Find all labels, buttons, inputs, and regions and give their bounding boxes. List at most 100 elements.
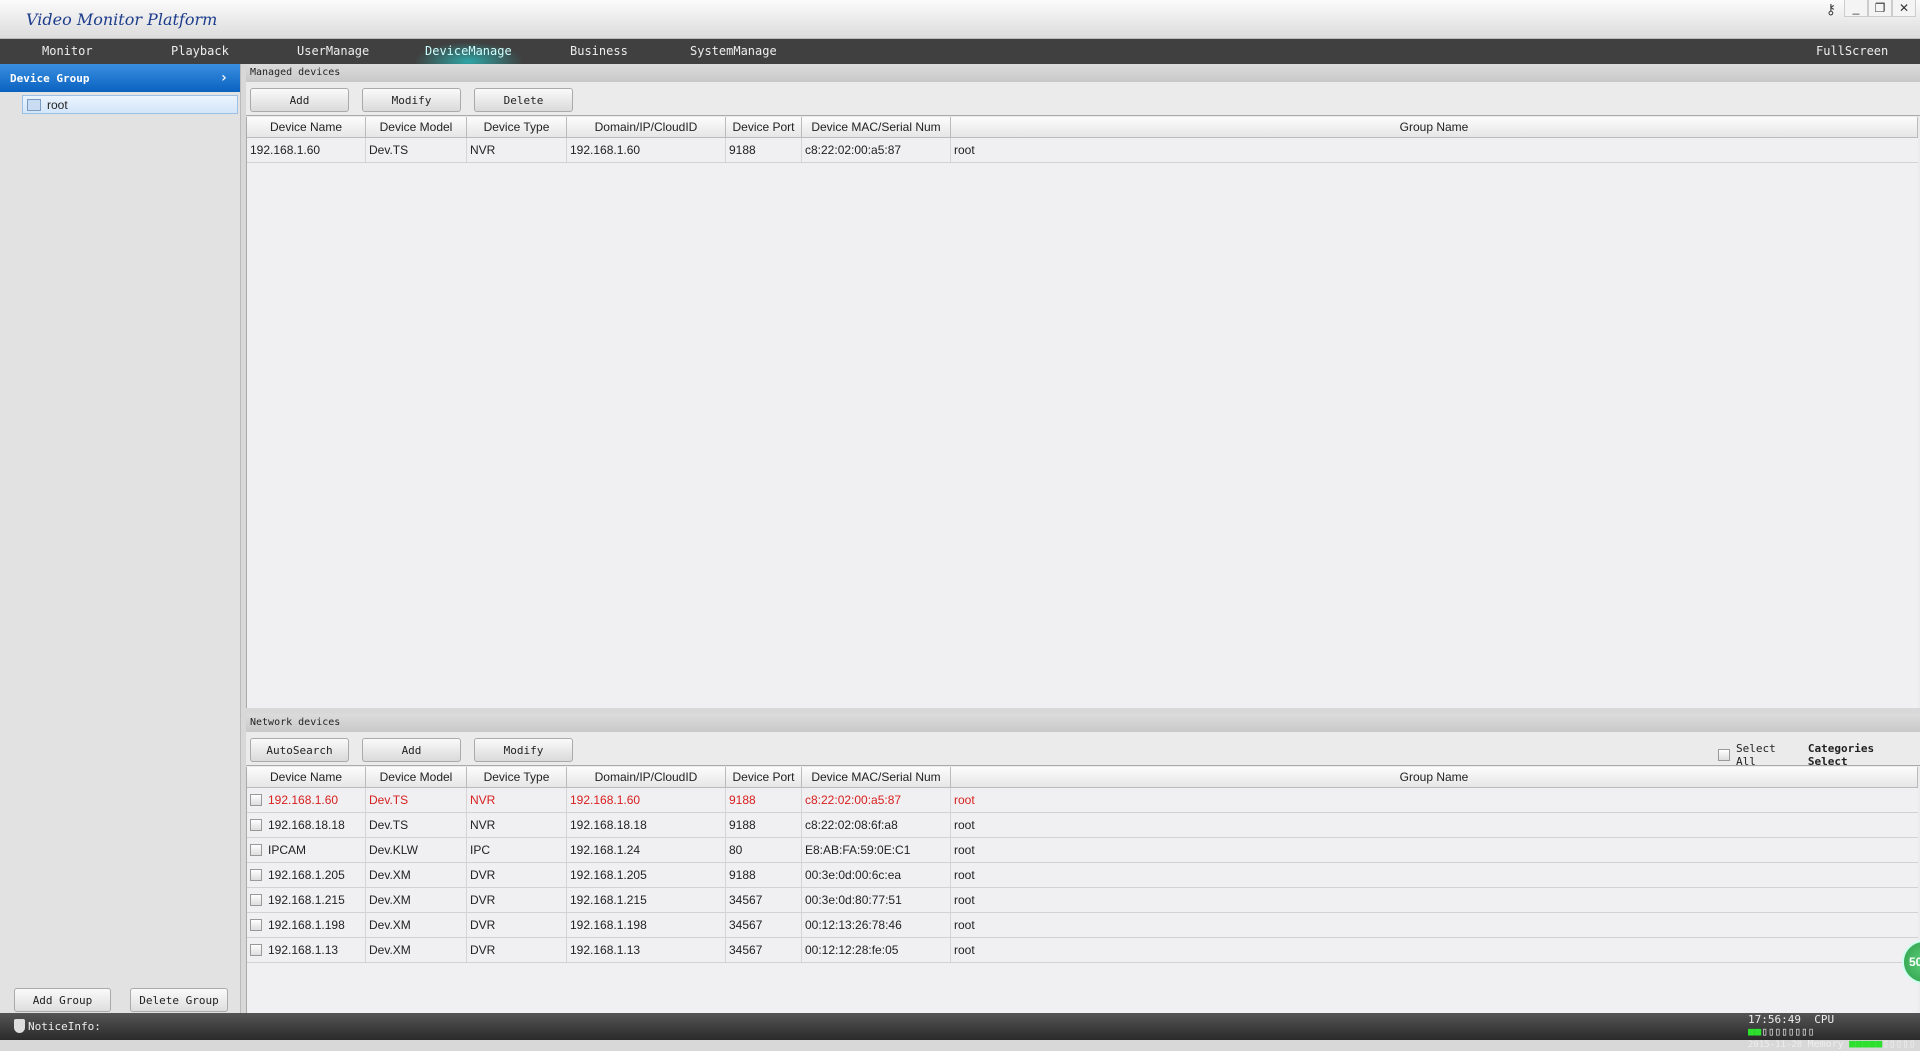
table-cell: 192.168.18.18 (567, 813, 726, 837)
modify-network-device-button[interactable]: Modify (474, 738, 573, 762)
nav-monitor[interactable]: Monitor (42, 39, 93, 64)
autosearch-button[interactable]: AutoSearch (250, 738, 349, 762)
table-row[interactable]: 192.168.1.205 Dev.XM DVR 192.168.1.205 9188 0… (247, 863, 1918, 888)
table-cell: NVR (467, 788, 567, 812)
key-icon[interactable]: ⚷ (1826, 1, 1836, 18)
status-bar: NoticeInfo: 17:56:49 CPU■■▯▯▯▯▯▯▯▯ 2015-… (0, 1013, 1920, 1050)
shield-icon (14, 1019, 25, 1033)
column-header[interactable]: Device MAC/Serial Num (802, 767, 951, 787)
table-cell: 192.168.1.60 (567, 138, 726, 162)
column-header[interactable]: Device Name (247, 767, 366, 787)
table-cell: Dev.XM (366, 938, 467, 962)
fullscreen-button[interactable]: FullScreen (1816, 39, 1888, 64)
table-cell: c8:22:02:00:a5:87 (802, 138, 951, 162)
table-cell: root (954, 843, 975, 857)
table-row[interactable]: 192.168.1.13 Dev.XM DVR 192.168.1.13 34567 00… (247, 938, 1918, 963)
nav-devicemanage[interactable]: DeviceManage (405, 39, 532, 64)
table-cell: root (954, 818, 975, 832)
table-cell: c8:22:02:08:6f:a8 (802, 813, 951, 837)
add-network-device-button[interactable]: Add (362, 738, 461, 762)
table-cell: 00:3e:0d:80:77:51 (802, 888, 951, 912)
table-cell: NVR (467, 813, 567, 837)
column-header[interactable]: Device Name (247, 117, 366, 137)
table-row[interactable]: 192.168.1.60 Dev.TS NVR 192.168.1.60 9188 c8:… (247, 788, 1918, 813)
column-header[interactable]: Group Name (951, 767, 1918, 787)
column-header[interactable]: Device Port (726, 767, 802, 787)
table-cell: IPCAM (247, 838, 366, 862)
table-cell: DVR (467, 938, 567, 962)
table-cell: Dev.XM (366, 888, 467, 912)
table-header: Device Name Device Model Device Type Domain… (247, 117, 1918, 138)
group-icon (27, 98, 41, 111)
column-header[interactable]: Domain/IP/CloudID (567, 767, 726, 787)
notice-info: NoticeInfo: (28, 1019, 101, 1033)
categories-select[interactable]: Categories Select (1808, 742, 1920, 768)
restore-button[interactable]: ❐ (1868, 0, 1892, 17)
table-row[interactable]: 192.168.1.60 Dev.TS NVR 192.168.1.60 9188 c8:… (247, 138, 1918, 163)
chevron-right-icon: › (219, 70, 228, 86)
table-row[interactable]: 192.168.1.215 Dev.XM DVR 192.168.1.215 34567… (247, 888, 1918, 913)
table-cell: DVR (467, 863, 567, 887)
add-button[interactable]: Add (250, 88, 349, 112)
table-cell: Dev.KLW (366, 838, 467, 862)
table-cell: IPC (467, 838, 567, 862)
table-header: Device Name Device Model Device Type Domain… (247, 767, 1918, 788)
table-cell: 192.168.1.24 (567, 838, 726, 862)
table-cell: 80 (726, 838, 802, 862)
nav-business[interactable]: Business (570, 39, 628, 64)
column-header[interactable]: Device MAC/Serial Num (802, 117, 951, 137)
row-checkbox[interactable] (250, 944, 262, 956)
column-header[interactable]: Device Model (366, 767, 467, 787)
row-checkbox[interactable] (250, 919, 262, 931)
table-cell: 192.168.1.60 (567, 788, 726, 812)
table-cell: Dev.XM (366, 863, 467, 887)
table-cell: 9188 (726, 138, 802, 162)
table-cell: 34567 (726, 888, 802, 912)
row-checkbox[interactable] (250, 819, 262, 831)
table-cell: 192.168.1.205 (247, 863, 366, 887)
managed-devices-panel: Managed devices Add Modify Delete Device… (246, 64, 1920, 708)
managed-devices-table: Device Name Device Model Device Type Domain… (246, 117, 1918, 708)
memory-meter: ■■■■■▯▯▯▯▯ (1849, 1037, 1916, 1050)
table-row[interactable]: IPCAM Dev.KLW IPC 192.168.1.24 80 E8:AB:FA:59… (247, 838, 1918, 863)
table-cell: Dev.TS (366, 138, 467, 162)
memory-label: Memory (1807, 1039, 1844, 1050)
table-cell: E8:AB:FA:59:0E:C1 (802, 838, 951, 862)
table-cell: root (954, 893, 975, 907)
nav-usermanage[interactable]: UserManage (297, 39, 369, 64)
minimize-button[interactable]: _ (1844, 0, 1868, 17)
table-cell: root (954, 918, 975, 932)
table-cell: 9188 (726, 813, 802, 837)
column-header[interactable]: Device Type (467, 767, 567, 787)
row-checkbox[interactable] (250, 869, 262, 881)
column-header[interactable]: Device Port (726, 117, 802, 137)
column-header[interactable]: Device Type (467, 117, 567, 137)
nav-playback[interactable]: Playback (171, 39, 229, 64)
table-row[interactable]: 192.168.1.198 Dev.XM DVR 192.168.1.198 34567… (247, 913, 1918, 938)
add-group-button[interactable]: Add Group (14, 988, 111, 1012)
row-checkbox[interactable] (250, 844, 262, 856)
select-all-checkbox[interactable] (1718, 749, 1730, 761)
table-cell: 9188 (726, 863, 802, 887)
row-checkbox[interactable] (250, 894, 262, 906)
tree-item-root[interactable]: root (22, 95, 238, 114)
column-header[interactable]: Device Model (366, 117, 467, 137)
table-cell: 192.168.1.13 (567, 938, 726, 962)
table-cell: NVR (467, 138, 567, 162)
table-cell: DVR (467, 888, 567, 912)
column-header[interactable]: Group Name (951, 117, 1918, 137)
nav-systemmanage[interactable]: SystemManage (690, 39, 777, 64)
clock-date: 2015-11-28 (1748, 1040, 1803, 1050)
device-group-header[interactable]: Device Group › (0, 64, 240, 92)
app-title: Video Monitor Platform (26, 10, 218, 29)
delete-button[interactable]: Delete (474, 88, 573, 112)
table-cell: root (954, 143, 975, 157)
table-cell: root (954, 868, 975, 882)
column-header[interactable]: Domain/IP/CloudID (567, 117, 726, 137)
row-checkbox[interactable] (250, 794, 262, 806)
table-cell: 00:3e:0d:00:6c:ea (802, 863, 951, 887)
modify-button[interactable]: Modify (362, 88, 461, 112)
table-row[interactable]: 192.168.18.18 Dev.TS NVR 192.168.18.18 9188 c… (247, 813, 1918, 838)
delete-group-button[interactable]: Delete Group (130, 988, 228, 1012)
close-button[interactable]: ✕ (1892, 0, 1916, 17)
